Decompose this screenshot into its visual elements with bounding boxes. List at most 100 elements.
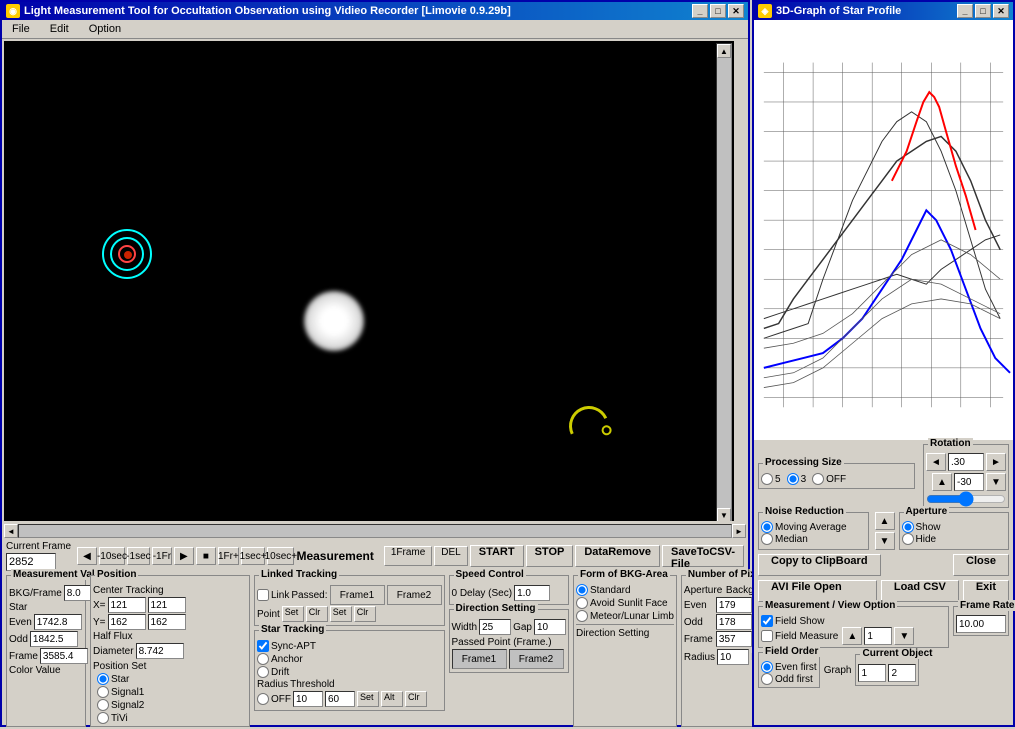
lt-set-btn[interactable]: Set bbox=[282, 606, 304, 622]
interval-down-btn[interactable]: ▼ bbox=[894, 627, 914, 645]
menu-file[interactable]: File bbox=[6, 22, 36, 36]
scroll-left-btn[interactable]: ◄ bbox=[4, 524, 18, 538]
st-clr-btn[interactable]: Clr bbox=[405, 691, 427, 707]
exit-btn[interactable]: Exit bbox=[963, 580, 1009, 602]
btn-start[interactable]: START bbox=[470, 545, 524, 567]
field-measure-checkbox[interactable] bbox=[761, 630, 773, 642]
gap-input[interactable] bbox=[534, 619, 566, 635]
btn-fwd-1s[interactable]: 1sec+ bbox=[241, 547, 265, 565]
btn-save-csv[interactable]: SaveToCSV-File bbox=[662, 545, 744, 567]
even-aperture-input[interactable] bbox=[716, 597, 752, 613]
frame-aperture-input[interactable] bbox=[716, 631, 752, 647]
radius-pr-input[interactable] bbox=[717, 649, 749, 665]
btn-play[interactable]: ▶ bbox=[174, 547, 194, 565]
radio-meteor[interactable] bbox=[576, 610, 588, 622]
noise-down-btn[interactable]: ▼ bbox=[875, 532, 895, 550]
graph-minimize-btn[interactable]: _ bbox=[957, 4, 973, 18]
radio-proc-5[interactable] bbox=[761, 473, 773, 485]
rot-right-btn[interactable]: ► bbox=[986, 453, 1006, 471]
radius-input[interactable] bbox=[293, 691, 323, 707]
lt-set2-btn[interactable]: Set bbox=[330, 606, 352, 622]
passed-frame1-tab[interactable]: Frame1 bbox=[452, 649, 507, 669]
btn-stop[interactable]: ■ bbox=[196, 547, 216, 565]
st-set-btn[interactable]: Set bbox=[357, 691, 379, 707]
frame-rate-input[interactable] bbox=[956, 615, 1006, 633]
threshold-input[interactable] bbox=[325, 691, 355, 707]
radio-signal1[interactable] bbox=[97, 686, 109, 698]
rotation-slider[interactable] bbox=[926, 493, 1006, 505]
interval-input[interactable] bbox=[864, 627, 892, 645]
radio-avoid[interactable] bbox=[576, 597, 588, 609]
avi-open-btn[interactable]: AVI File Open bbox=[758, 580, 877, 602]
obj-val1-input[interactable] bbox=[858, 664, 886, 682]
radio-median[interactable] bbox=[761, 533, 773, 545]
menu-option[interactable]: Option bbox=[83, 22, 127, 36]
diameter-input[interactable] bbox=[136, 643, 184, 659]
radio-anchor[interactable] bbox=[257, 653, 269, 665]
width-input[interactable] bbox=[479, 619, 511, 635]
radio-proc-3[interactable] bbox=[787, 473, 799, 485]
h-scroll-track[interactable] bbox=[18, 524, 732, 538]
radio-proc-off[interactable] bbox=[812, 473, 824, 485]
scroll-down-btn[interactable]: ▼ bbox=[717, 508, 731, 521]
x2-input[interactable] bbox=[148, 597, 186, 613]
lt-clr2-btn[interactable]: Clr bbox=[354, 606, 376, 622]
obj-val2-input[interactable] bbox=[888, 664, 916, 682]
copy-clipboard-btn[interactable]: Copy to ClipBoard bbox=[758, 554, 881, 576]
tab-1frame[interactable]: 1Frame bbox=[384, 546, 432, 566]
btn-fwd-1f[interactable]: 1Fr+ bbox=[218, 547, 239, 565]
load-csv-btn[interactable]: Load CSV bbox=[881, 580, 959, 602]
minimize-button[interactable]: _ bbox=[692, 4, 708, 18]
delay-input[interactable] bbox=[514, 585, 550, 601]
btn-data-remove[interactable]: DataRemove bbox=[575, 545, 660, 567]
radio-star[interactable] bbox=[97, 673, 109, 685]
graph-close-btn[interactable]: ✕ bbox=[993, 4, 1009, 18]
even-input[interactable] bbox=[34, 614, 82, 630]
radio-signal2[interactable] bbox=[97, 699, 109, 711]
menu-edit[interactable]: Edit bbox=[44, 22, 75, 36]
radio-off[interactable] bbox=[257, 693, 269, 705]
frame1-btn[interactable]: Frame1 bbox=[330, 585, 385, 605]
radio-show[interactable] bbox=[902, 521, 914, 533]
x-input[interactable] bbox=[108, 597, 146, 613]
btn-back-1f[interactable]: -1Fr bbox=[152, 547, 172, 565]
btn-back-1s[interactable]: -1sec bbox=[127, 547, 150, 565]
close-graph-btn[interactable]: Close bbox=[953, 554, 1009, 576]
radio-tivi[interactable] bbox=[97, 712, 109, 724]
close-button[interactable]: ✕ bbox=[728, 4, 744, 18]
odd-aperture-input[interactable] bbox=[716, 614, 752, 630]
radio-hide[interactable] bbox=[902, 533, 914, 545]
noise-up-btn[interactable]: ▲ bbox=[875, 512, 895, 530]
btn-stop-measure[interactable]: STOP bbox=[526, 545, 574, 567]
radio-drift[interactable] bbox=[257, 666, 269, 678]
y2-input[interactable] bbox=[148, 614, 186, 630]
st-alt-btn[interactable]: Alt bbox=[381, 691, 403, 707]
btn-back-10s[interactable]: -10sec bbox=[99, 547, 125, 565]
btn-fwd-10s[interactable]: 10sec+ bbox=[267, 547, 294, 565]
scroll-up-btn[interactable]: ▲ bbox=[717, 44, 731, 58]
field-show-checkbox[interactable] bbox=[761, 615, 773, 627]
odd-input[interactable] bbox=[30, 631, 78, 647]
btn-back-far[interactable]: ◀ bbox=[77, 547, 97, 565]
tab-del[interactable]: DEL bbox=[434, 546, 467, 566]
rot-input[interactable] bbox=[948, 453, 984, 471]
radio-standard[interactable] bbox=[576, 584, 588, 596]
frame-mv-input[interactable] bbox=[40, 648, 88, 664]
scroll-right-btn[interactable]: ► bbox=[732, 524, 746, 538]
rot2-input[interactable] bbox=[954, 473, 984, 491]
interval-up-btn[interactable]: ▲ bbox=[842, 627, 862, 645]
lt-clr-btn[interactable]: Clr bbox=[306, 606, 328, 622]
radio-moving-avg[interactable] bbox=[761, 521, 773, 533]
frame2-btn[interactable]: Frame2 bbox=[387, 585, 442, 605]
radio-even-first[interactable] bbox=[761, 661, 773, 673]
passed-frame2-tab[interactable]: Frame2 bbox=[509, 649, 564, 669]
maximize-button[interactable]: □ bbox=[710, 4, 726, 18]
link-checkbox[interactable] bbox=[257, 589, 269, 601]
graph-maximize-btn[interactable]: □ bbox=[975, 4, 991, 18]
sync-apt-checkbox[interactable] bbox=[257, 640, 269, 652]
rot-up-btn[interactable]: ▲ bbox=[932, 473, 952, 491]
rot-down-btn[interactable]: ▼ bbox=[986, 473, 1006, 491]
rot-left-btn[interactable]: ◄ bbox=[926, 453, 946, 471]
radio-odd-first[interactable] bbox=[761, 673, 773, 685]
v-scrollbar[interactable]: ▲ ▼ bbox=[716, 43, 732, 521]
